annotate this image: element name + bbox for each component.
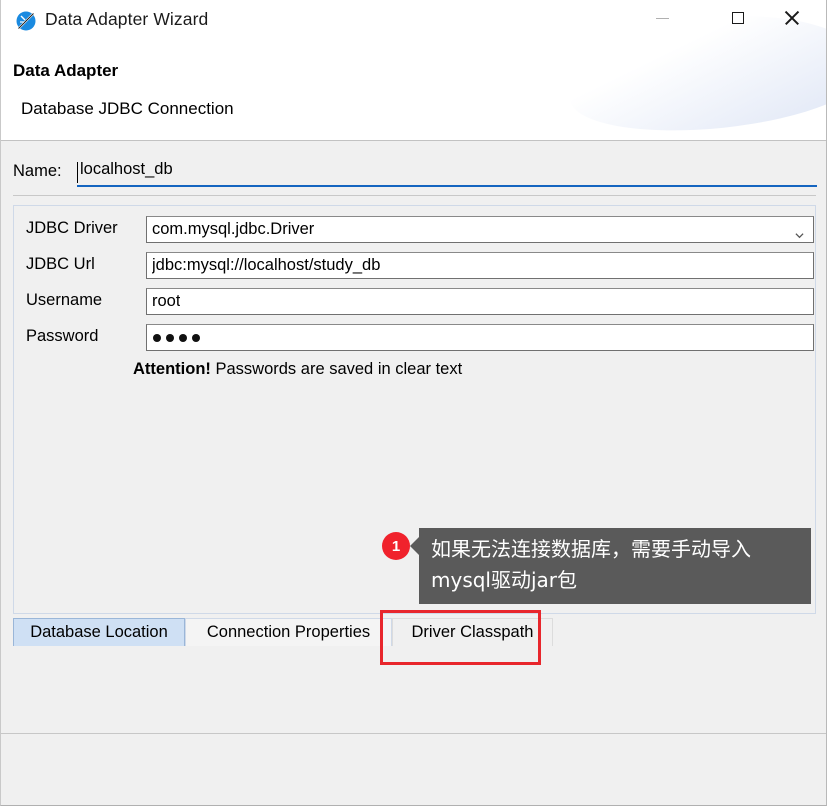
password-label: Password xyxy=(26,327,99,345)
page-title: Data Adapter xyxy=(13,61,119,80)
tab-database-location[interactable]: Database Location xyxy=(13,618,185,646)
name-label: Name: xyxy=(13,162,62,180)
jdbc-url-value: jdbc:mysql://localhost/study_db xyxy=(152,256,381,274)
minimize-icon[interactable] xyxy=(639,0,685,36)
field-row-jdbc-url: JDBC Url jdbc:mysql://localhost/study_db xyxy=(26,252,814,280)
jasper-adapter-icon xyxy=(15,10,37,32)
jdbc-url-label: JDBC Url xyxy=(26,255,95,273)
data-adapter-wizard-window: Data Adapter Wizard Data Adapter Databas… xyxy=(0,0,827,806)
attention-body: Passwords are saved in clear text xyxy=(210,360,463,378)
tab-connection-properties[interactable]: Connection Properties xyxy=(185,618,392,646)
minimize-glyph xyxy=(655,17,669,19)
password-attention-note: Attention! Passwords are saved in clear … xyxy=(133,360,462,379)
close-glyph xyxy=(784,10,800,26)
field-row-password: Password xyxy=(26,324,814,352)
password-masked-value xyxy=(153,334,200,342)
title-bar: Data Adapter Wizard Data Adapter Databas… xyxy=(1,0,826,140)
name-input-value: localhost_db xyxy=(80,160,173,178)
annotation-pointer xyxy=(410,536,420,556)
annotation-callout: 如果无法连接数据库，需要手动导入mysql驱动jar包 xyxy=(419,528,811,604)
jdbc-driver-combobox[interactable]: com.mysql.jdbc.Driver xyxy=(146,216,814,243)
username-value: root xyxy=(152,292,181,310)
jdbc-url-input[interactable]: jdbc:mysql://localhost/study_db xyxy=(146,252,814,279)
chevron-down-icon[interactable] xyxy=(795,227,804,239)
annotation-text: 如果无法连接数据库，需要手动导入mysql驱动jar包 xyxy=(431,537,751,592)
name-section-divider xyxy=(13,195,816,196)
tab-driver-classpath[interactable]: Driver Classpath xyxy=(392,618,553,646)
maximize-icon[interactable] xyxy=(715,0,761,36)
username-label: Username xyxy=(26,291,103,309)
close-icon[interactable] xyxy=(769,0,815,36)
dialog-footer: ? Test < Back Next > Finish Cancel xyxy=(1,734,826,805)
maximize-glyph xyxy=(732,12,744,24)
name-input[interactable]: localhost_db xyxy=(77,160,817,187)
name-input-focus-underline xyxy=(77,185,817,187)
field-row-username: Username root xyxy=(26,288,814,316)
password-input[interactable] xyxy=(146,324,814,351)
jdbc-driver-label: JDBC Driver xyxy=(26,219,118,237)
page-subtitle: Database JDBC Connection xyxy=(21,99,234,118)
text-caret xyxy=(77,162,78,183)
jdbc-driver-value: com.mysql.jdbc.Driver xyxy=(152,220,315,238)
annotation-badge: 1 xyxy=(382,532,410,560)
window-title: Data Adapter Wizard xyxy=(45,9,209,29)
field-row-jdbc-driver: JDBC Driver com.mysql.jdbc.Driver xyxy=(26,216,814,244)
attention-prefix: Attention! xyxy=(133,360,211,378)
username-input[interactable]: root xyxy=(146,288,814,315)
tab-strip: Database Location Connection Properties … xyxy=(13,613,816,646)
